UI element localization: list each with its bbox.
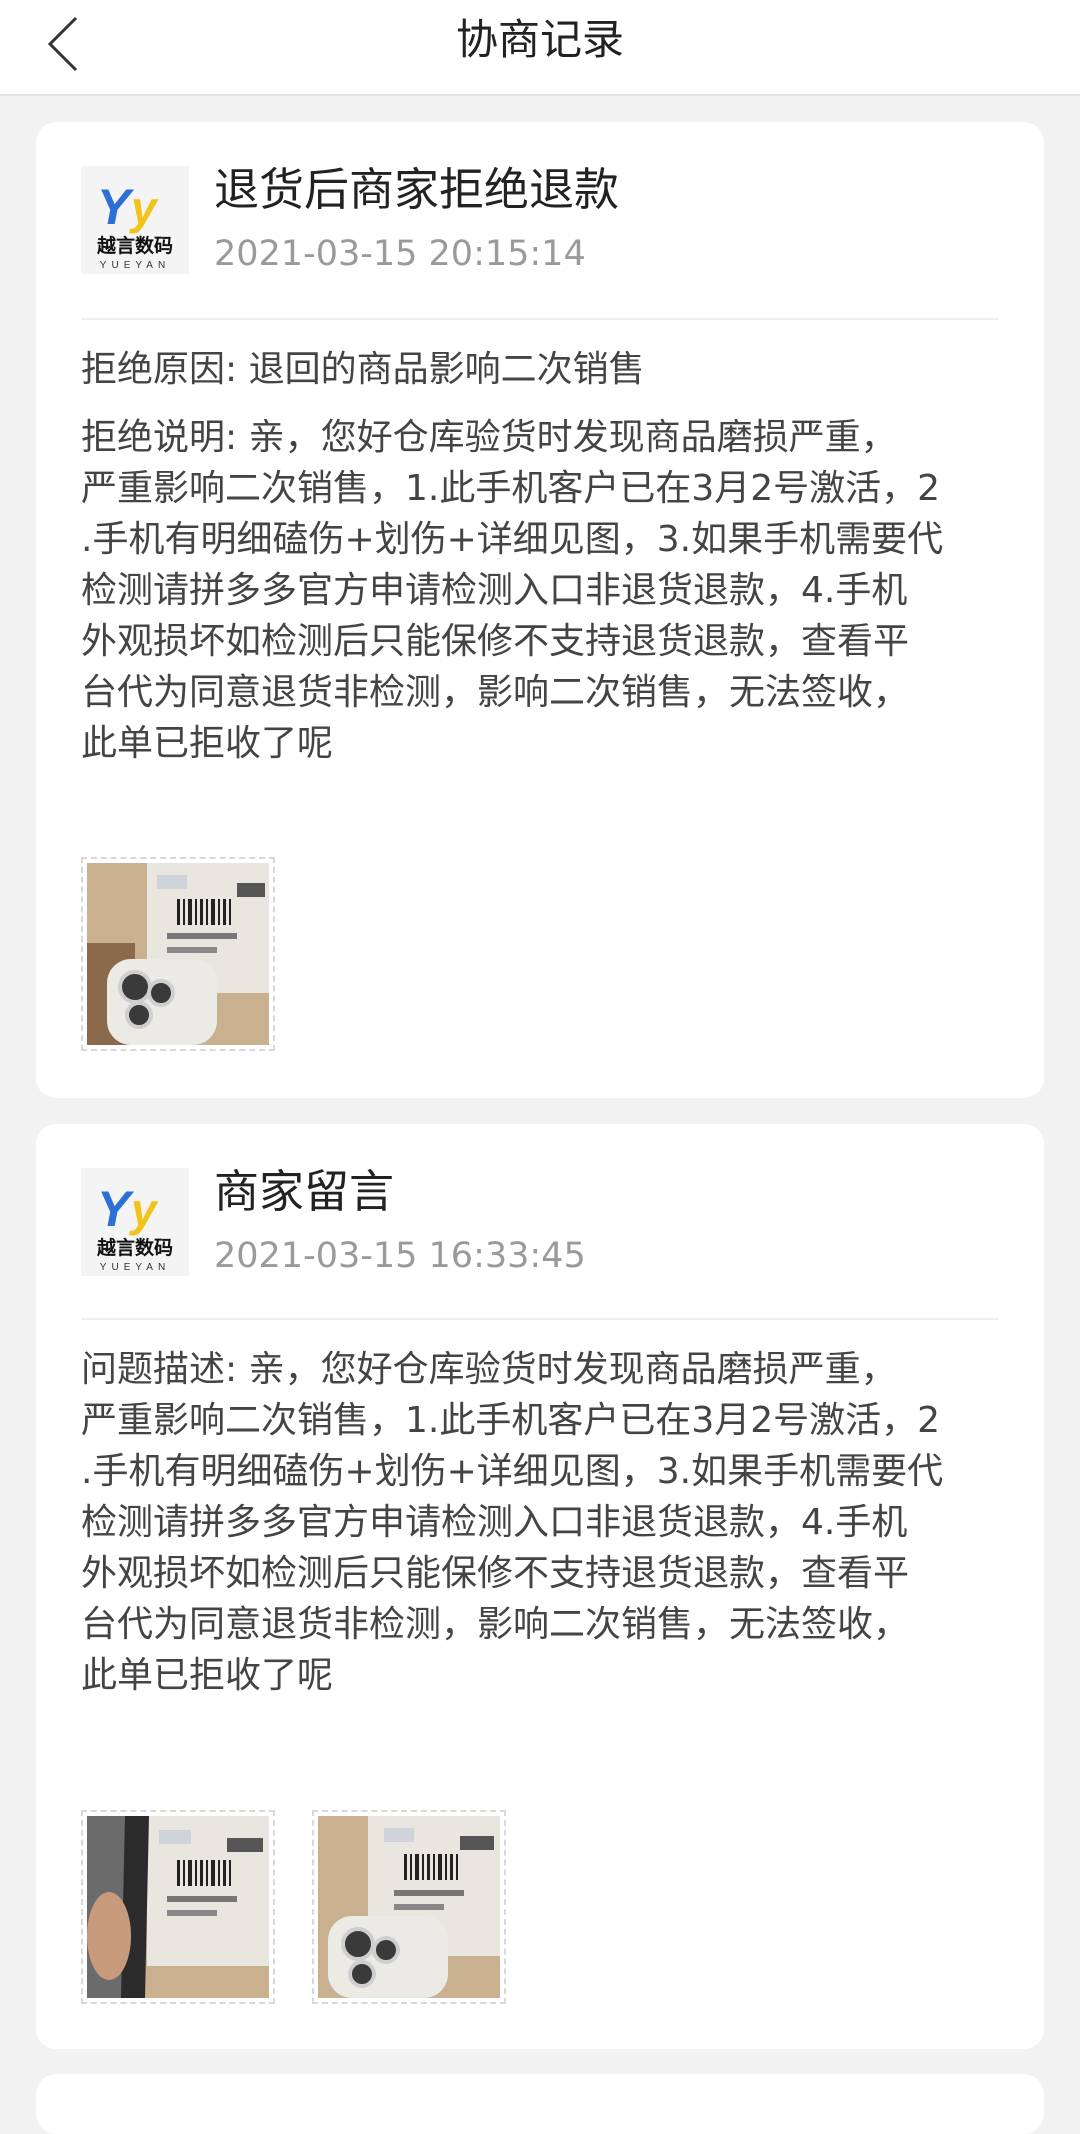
refuse-reason: 拒绝原因: 退回的商品影响二次销售 xyxy=(81,349,645,390)
divider xyxy=(81,1318,999,1320)
detail-line: .手机有明细磕伤+划伤+详细见图，3.如果手机需要代 xyxy=(81,519,944,560)
detail-line: 台代为同意退货非检测，影响二次销售，无法签收， xyxy=(81,1604,910,1645)
store-logo: Y y 越言数码 YUEYAN xyxy=(81,166,189,274)
record-card: Y y 越言数码 YUEYAN 退货后商家拒绝退款 2021-03-15 20:… xyxy=(36,122,1044,1098)
svg-text:y: y xyxy=(129,1184,159,1236)
detail-line: 严重影响二次销售，1.此手机客户已在3月2号激活，2 xyxy=(81,1400,941,1441)
detail-line: 台代为同意退货非检测，影响二次销售，无法签收， xyxy=(81,672,910,713)
svg-text:YUEYAN: YUEYAN xyxy=(100,1262,170,1273)
record-card-partial xyxy=(36,2074,1044,2134)
detail-line: .手机有明细磕伤+划伤+详细见图，3.如果手机需要代 xyxy=(81,1451,944,1492)
detail-line: 此单已拒收了呢 xyxy=(81,723,334,764)
detail-line: 检测请拼多多官方申请检测入口非退货退款，4.手机 xyxy=(81,570,908,611)
evidence-image[interactable] xyxy=(312,1810,506,2004)
evidence-image[interactable] xyxy=(81,857,275,1051)
detail-line: 此单已拒收了呢 xyxy=(81,1655,334,1696)
record-title: 商家留言 xyxy=(214,1165,395,1218)
store-logo: Y y 越言数码 YUEYAN xyxy=(81,1168,189,1276)
svg-text:越言数码: 越言数码 xyxy=(96,1236,173,1259)
svg-text:Y: Y xyxy=(97,179,135,235)
detail-line: 外观损坏如检测后只能保修不支持退货退款，查看平 xyxy=(81,621,910,662)
svg-text:Y: Y xyxy=(97,1181,135,1237)
record-time: 2021-03-15 16:33:45 xyxy=(214,1236,586,1276)
divider xyxy=(81,318,999,320)
detail-line: 检测请拼多多官方申请检测入口非退货退款，4.手机 xyxy=(81,1502,908,1543)
detail-line: 拒绝说明: 亲，您好仓库验货时发现商品磨损严重， xyxy=(81,417,897,458)
svg-text:越言数码: 越言数码 xyxy=(96,234,173,257)
svg-text:YUEYAN: YUEYAN xyxy=(100,260,170,271)
record-time: 2021-03-15 20:15:14 xyxy=(214,234,586,274)
record-title: 退货后商家拒绝退款 xyxy=(214,163,620,216)
evidence-image[interactable] xyxy=(81,1810,275,2004)
record-card: Y y 越言数码 YUEYAN 商家留言 2021-03-15 16:33:45… xyxy=(36,1124,1044,2049)
nav-bar: 协商记录 xyxy=(0,0,1080,96)
page-title: 协商记录 xyxy=(455,15,624,64)
detail-line: 外观损坏如检测后只能保修不支持退货退款，查看平 xyxy=(81,1553,910,1594)
detail-line: 严重影响二次销售，1.此手机客户已在3月2号激活，2 xyxy=(81,468,941,509)
svg-text:y: y xyxy=(129,182,159,234)
detail-line: 问题描述: 亲，您好仓库验货时发现商品磨损严重， xyxy=(81,1349,897,1390)
